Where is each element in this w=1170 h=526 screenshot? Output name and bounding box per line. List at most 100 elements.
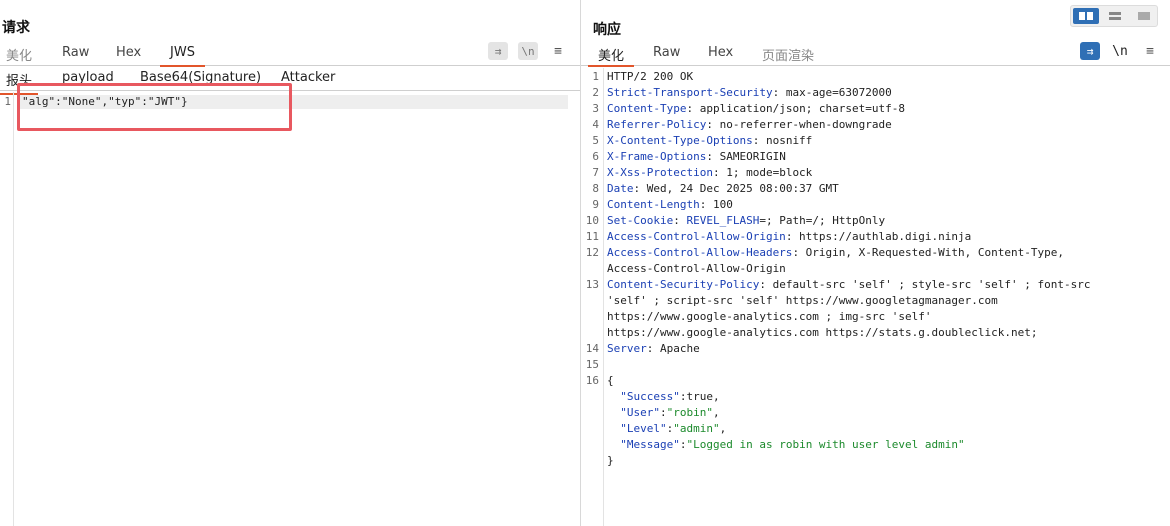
- code-line: Server: Apache: [607, 341, 700, 357]
- header-name: Referrer-Policy: [607, 118, 707, 131]
- header-name: Date: [607, 182, 634, 195]
- line-number: 8: [592, 182, 599, 195]
- code-line: Content-Type: application/json; charset=…: [607, 101, 905, 117]
- code-line: X-Xss-Protection: 1; mode=block: [607, 165, 812, 181]
- response-tabbar: 美化 Raw Hex 页面渲染 ⇉ \n ≡: [581, 42, 1170, 67]
- header-value: : default-src 'self' ; style-src 'self' …: [759, 278, 1091, 291]
- code-line: {: [607, 373, 614, 389]
- wrap-lines-icon[interactable]: ⇉: [1080, 42, 1100, 60]
- line-number: 6: [592, 150, 599, 163]
- line-number: 5: [592, 134, 599, 147]
- header-value: : Wed, 24 Dec 2025 08:00:37 GMT: [633, 182, 839, 195]
- header-value: 'self' ; script-src 'self' https://www.g…: [607, 294, 998, 307]
- code-line: https://www.google-analytics.com https:/…: [607, 325, 1037, 341]
- code-line: https://www.google-analytics.com ; img-s…: [607, 309, 932, 325]
- response-tab-raw[interactable]: Raw: [653, 45, 680, 65]
- header-value: : 1; mode=block: [712, 166, 813, 179]
- code-line: X-Frame-Options: SAMEORIGIN: [607, 149, 786, 165]
- header-name: Access-Control-Allow-Headers: [607, 246, 793, 259]
- cookie-name: REVEL_FLASH: [686, 214, 760, 227]
- json-value: :true,: [679, 390, 720, 403]
- json-value: "Logged in as robin with user level admi…: [686, 438, 965, 451]
- header-value: HTTP/2 200 OK: [607, 70, 694, 83]
- request-title: 请求: [2, 20, 30, 36]
- layout-single-icon[interactable]: [1131, 8, 1157, 24]
- line-number: 1: [592, 70, 599, 83]
- header-value: : nosniff: [752, 134, 813, 147]
- code-line: Content-Length: 100: [607, 197, 733, 213]
- header-value: {: [607, 374, 614, 387]
- code-line: "Success":true,: [607, 389, 720, 405]
- request-tab-pretty[interactable]: 美化: [6, 45, 32, 65]
- header-name: Set-Cookie: [607, 214, 674, 227]
- request-tab-hex[interactable]: Hex: [116, 45, 141, 65]
- header-value: : https://authlab.digi.ninja: [785, 230, 972, 243]
- line-number: 7: [592, 166, 599, 179]
- json-key: "Success": [620, 390, 680, 403]
- response-tab-render[interactable]: 页面渲染: [762, 45, 814, 65]
- code-line: Access-Control-Allow-Headers: Origin, X-…: [607, 245, 1064, 261]
- request-tabbar: 美化 Raw Hex JWS ⇉ \n ≡: [0, 42, 580, 67]
- request-tab-jws[interactable]: JWS: [160, 45, 205, 67]
- header-value: : max-age=63072000: [772, 86, 892, 99]
- newline-toggle-icon[interactable]: \n: [1110, 42, 1130, 60]
- line-number: 11: [585, 230, 599, 243]
- request-pane: 请求 美化 Raw Hex JWS ⇉ \n ≡ 报头 payload Base…: [0, 0, 580, 526]
- menu-icon[interactable]: ≡: [1140, 42, 1160, 60]
- code-line: Referrer-Policy: no-referrer-when-downgr…: [607, 117, 892, 133]
- json-close-brace: }: [607, 454, 614, 467]
- json-key: "User": [620, 406, 660, 419]
- layout-stacked-icon[interactable]: [1102, 8, 1128, 24]
- response-title: 响应: [593, 22, 621, 38]
- line-number: 13: [585, 278, 599, 291]
- line-number: 16: [585, 374, 599, 387]
- code-line: Set-Cookie: REVEL_FLASH=; Path=/; HttpOn…: [607, 213, 885, 229]
- header-value: :: [673, 214, 687, 227]
- header-name: Content-Length: [607, 198, 700, 211]
- header-name: Strict-Transport-Security: [607, 86, 773, 99]
- json-key: "Level": [620, 422, 667, 435]
- line-number: 9: [592, 198, 599, 211]
- code-line: Date: Wed, 24 Dec 2025 08:00:37 GMT: [607, 181, 839, 197]
- code-line: "Message":"Logged in as robin with user …: [620, 438, 965, 451]
- code-line: Strict-Transport-Security: max-age=63072…: [607, 85, 892, 101]
- json-key: "Message": [620, 438, 680, 451]
- header-value: : Apache: [646, 342, 700, 355]
- code-line: }: [607, 453, 614, 469]
- header-name: Server: [607, 342, 647, 355]
- response-tab-pretty[interactable]: 美化: [587, 45, 635, 67]
- request-gutter: [0, 92, 14, 526]
- header-value: : application/json; charset=utf-8: [686, 102, 906, 115]
- code-line: Access-Control-Allow-Origin: [607, 261, 786, 277]
- code-line: HTTP/2 200 OK: [607, 69, 693, 85]
- code-line: X-Content-Type-Options: nosniff: [607, 133, 812, 149]
- code-line: "Level":"admin",: [620, 422, 727, 435]
- header-value: https://www.google-analytics.com ; img-s…: [607, 310, 932, 323]
- header-name: Content-Type: [607, 102, 687, 115]
- wrap-lines-icon[interactable]: ⇉: [488, 42, 508, 60]
- line-number: 3: [592, 102, 599, 115]
- json-value: "robin": [666, 406, 713, 419]
- cookie-value: =; Path=/; HttpOnly: [759, 214, 886, 227]
- line-number: 10: [585, 214, 599, 227]
- header-value: Access-Control-Allow-Origin: [607, 262, 786, 275]
- highlight-annotation-box: [17, 83, 292, 131]
- header-name: X-Xss-Protection: [607, 166, 713, 179]
- header-value: https://www.google-analytics.com https:/…: [607, 326, 1038, 339]
- header-value: : Origin, X-Requested-With, Content-Type…: [792, 246, 1064, 259]
- layout-side-by-side-icon[interactable]: [1073, 8, 1099, 24]
- header-name: X-Frame-Options: [607, 150, 707, 163]
- line-number: 2: [592, 86, 599, 99]
- header-name: X-Content-Type-Options: [607, 134, 753, 147]
- header-value: : 100: [699, 198, 733, 211]
- json-value: "admin": [673, 422, 720, 435]
- header-name: Access-Control-Allow-Origin: [607, 230, 786, 243]
- code-line: "User":"robin",: [620, 406, 720, 419]
- response-tab-hex[interactable]: Hex: [708, 45, 733, 65]
- menu-icon[interactable]: ≡: [548, 42, 568, 60]
- line-number: 12: [585, 246, 599, 259]
- header-value: : SAMEORIGIN: [706, 150, 786, 163]
- request-tab-raw[interactable]: Raw: [62, 45, 89, 65]
- newline-toggle-icon[interactable]: \n: [518, 42, 538, 60]
- response-pane: 响应 美化 Raw Hex 页面渲染 ⇉ \n ≡ 1 HTTP/2 200 OK…: [581, 0, 1170, 526]
